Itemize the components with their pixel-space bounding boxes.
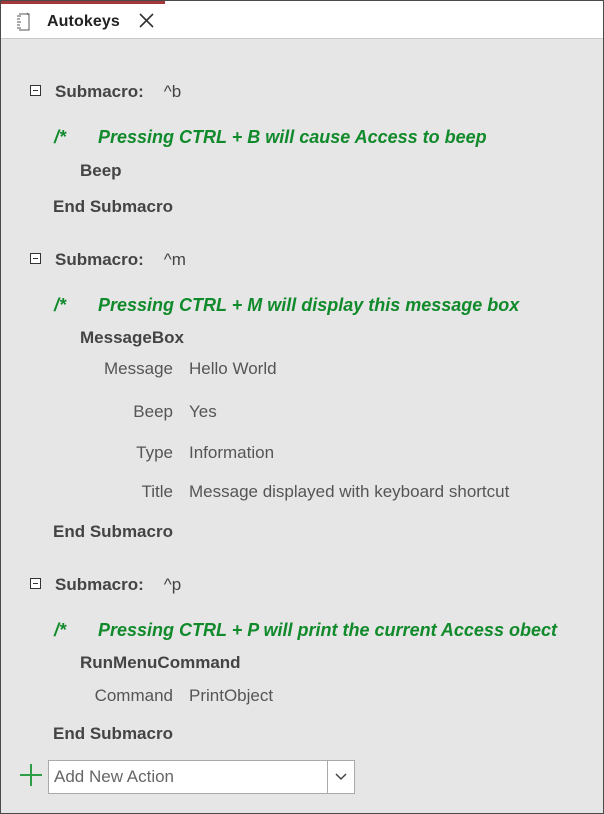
macro-body: Submacro: ^b /* Pressing CTRL + B will ca… (1, 39, 603, 813)
submacro-name[interactable]: ^p (164, 575, 181, 595)
action-messagebox[interactable]: MessageBox (80, 328, 184, 348)
submacro-name[interactable]: ^m (164, 250, 186, 270)
argument-label: Beep (133, 402, 173, 421)
action-runmenucommand[interactable]: RunMenuCommand (80, 653, 241, 673)
submacro-keyword: Submacro: (55, 575, 144, 594)
argument-value[interactable]: Message displayed with keyboard shortcut (189, 482, 509, 502)
end-submacro: End Submacro (53, 197, 173, 216)
plus-icon[interactable] (19, 763, 43, 787)
end-submacro: End Submacro (53, 724, 173, 743)
collapse-icon[interactable] (30, 252, 41, 264)
argument-value[interactable]: Yes (189, 402, 217, 422)
action-beep[interactable]: Beep (80, 161, 122, 181)
macro-icon (17, 12, 30, 31)
collapse-icon[interactable] (30, 577, 41, 589)
argument-label: Type (136, 443, 173, 462)
argument-label: Title (141, 482, 174, 501)
chevron-down-icon (335, 773, 347, 781)
end-submacro: End Submacro (53, 522, 173, 541)
close-icon[interactable] (138, 12, 155, 29)
tab-autokeys[interactable]: Autokeys (1, 1, 165, 38)
submacro-header-b: Submacro: ^b (30, 81, 181, 103)
dropdown-button[interactable] (327, 761, 354, 793)
submacro-header-p: Submacro: ^p (30, 574, 181, 596)
tab-title: Autokeys (47, 13, 120, 30)
macro-designer-window: Autokeys Submacro: ^b /* Pressing CTRL + … (0, 0, 604, 814)
submacro-header-m: Submacro: ^m (30, 249, 186, 271)
comment-line[interactable]: /* Pressing CTRL + P will print the curre… (54, 620, 557, 641)
submacro-keyword: Submacro: (55, 82, 144, 101)
collapse-icon[interactable] (30, 84, 41, 96)
argument-value[interactable]: Information (189, 443, 274, 463)
argument-value[interactable]: Hello World (189, 359, 277, 379)
argument-label: Command (94, 686, 173, 705)
comment-line[interactable]: /* Pressing CTRL + B will cause Access to… (54, 127, 487, 148)
add-new-action-input[interactable] (49, 761, 327, 793)
submacro-keyword: Submacro: (55, 250, 144, 269)
submacro-name[interactable]: ^b (164, 82, 181, 102)
argument-label: Message (104, 359, 173, 378)
argument-value[interactable]: PrintObject (189, 686, 273, 706)
document-tab-bar: Autokeys (1, 1, 603, 39)
add-new-action-combobox[interactable] (48, 760, 355, 794)
comment-line[interactable]: /* Pressing CTRL + M will display this me… (54, 295, 519, 316)
